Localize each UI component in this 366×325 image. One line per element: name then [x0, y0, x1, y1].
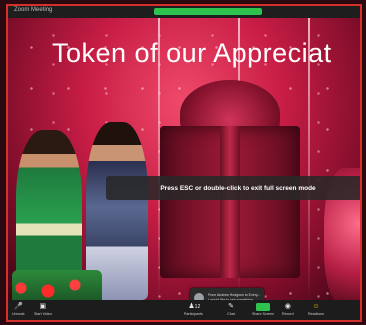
slide-title: Token of our Appreciat	[52, 38, 332, 68]
chat-button[interactable]: ✎ Chat	[226, 302, 236, 316]
video-icon: ▣	[39, 303, 47, 310]
toolbar-label: Start Video	[34, 312, 52, 316]
reactions-icon: ☺	[312, 303, 320, 310]
participants-button[interactable]: ♟12 Participants	[184, 302, 203, 316]
mic-icon: 🎤	[13, 303, 23, 310]
toolbar-label: Record	[282, 312, 294, 316]
window-top-bar: Zoom Meeting	[8, 6, 360, 18]
toolbar-label: Reactions	[308, 312, 324, 316]
share-screen-icon	[255, 303, 270, 311]
participant-count: 12	[194, 304, 201, 310]
flower-decoration	[12, 270, 102, 300]
participants-icon: ♟12	[188, 303, 201, 310]
meeting-window: Zoom Meeting Token of our Appreciat Pres…	[6, 4, 362, 322]
unmute-button[interactable]: 🎤 Unmute	[12, 302, 25, 316]
toolbar-label: Chat	[227, 312, 235, 316]
fullscreen-hint-toast: Press ESC or double-click to exit full s…	[106, 176, 360, 200]
record-button[interactable]: ◉ Record	[282, 302, 294, 316]
toolbar-label: Unmute	[12, 312, 25, 316]
record-icon: ◉	[284, 303, 291, 310]
meeting-toolbar: 🎤 Unmute ▣ Start Video ♟12 Participants …	[8, 300, 360, 320]
toolbar-label: Share Screen	[252, 312, 274, 316]
gift-box-image	[160, 126, 300, 278]
chat-icon: ✎	[228, 303, 234, 310]
app-label: Zoom Meeting	[14, 7, 53, 13]
reactions-button[interactable]: ☺ Reactions	[308, 302, 324, 316]
screen-share-indicator[interactable]	[154, 8, 262, 15]
shared-slide: Token of our Appreciat Press ESC or doub…	[8, 18, 360, 308]
start-video-button[interactable]: ▣ Start Video	[34, 302, 52, 316]
toolbar-label: Participants	[184, 312, 203, 316]
share-screen-button[interactable]: Share Screen	[252, 302, 274, 316]
